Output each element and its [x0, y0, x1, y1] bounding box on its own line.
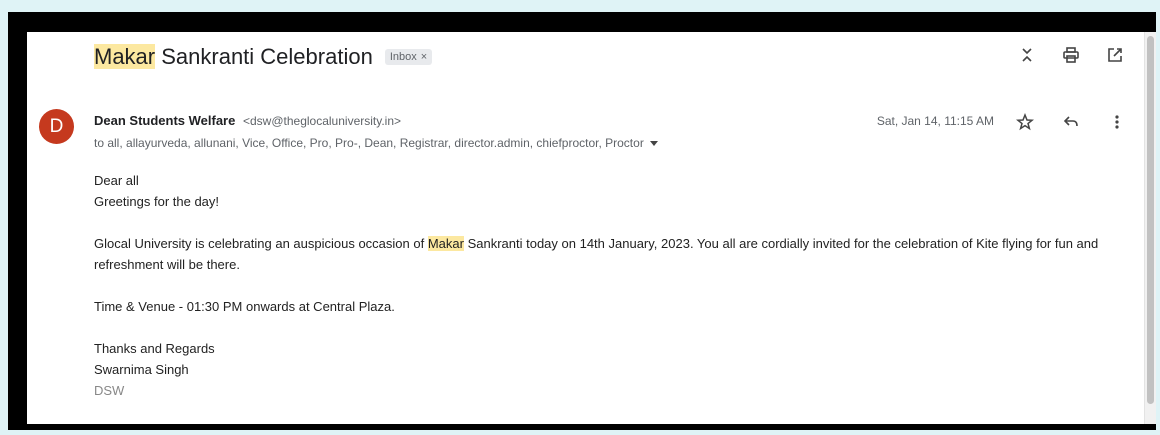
remove-label-button[interactable]: ×	[421, 51, 427, 63]
screen-frame: Makar Sankranti Celebration Inbox × D De…	[8, 12, 1156, 430]
search-highlight: Makar	[427, 236, 464, 251]
avatar[interactable]: D	[39, 109, 74, 144]
signoff: Thanks and Regards	[94, 341, 215, 356]
greeting-line: Greetings for the day!	[94, 194, 220, 209]
email-view: Makar Sankranti Celebration Inbox × D De…	[27, 32, 1156, 424]
sender-email: <dsw@theglocaluniversity.in>	[242, 114, 402, 128]
signer-title: DSW	[94, 383, 125, 398]
search-highlight: Makar	[94, 44, 156, 69]
collapse-icon[interactable]	[1016, 44, 1038, 66]
scrollbar[interactable]	[1144, 32, 1156, 424]
star-icon[interactable]	[1014, 111, 1036, 133]
recipients-text: to all, allayurveda, allunani, Vice, Off…	[94, 136, 644, 150]
subject-row: Makar Sankranti Celebration Inbox ×	[94, 42, 433, 72]
show-details-icon[interactable]	[649, 140, 658, 146]
scrollbar-thumb[interactable]	[1147, 36, 1154, 404]
paragraph-text-start: Glocal University is celebrating an ausp…	[94, 236, 428, 251]
sender-name[interactable]: Dean Students Welfare	[94, 113, 235, 128]
greeting: Dear all	[94, 173, 139, 188]
print-icon[interactable]	[1060, 44, 1082, 66]
recipients-line: to all, allayurveda, allunani, Vice, Off…	[94, 136, 658, 150]
reply-icon[interactable]	[1060, 111, 1082, 133]
venue-line: Time & Venue - 01:30 PM onwards at Centr…	[94, 299, 395, 314]
more-vert-icon[interactable]	[1106, 111, 1128, 133]
open-new-window-icon[interactable]	[1104, 44, 1126, 66]
email-body: Dear all Greetings for the day! Glocal U…	[94, 170, 1114, 401]
inbox-label-text: Inbox	[389, 51, 417, 63]
signer-name: Swarnima Singh	[94, 362, 189, 377]
inbox-label-chip: Inbox ×	[384, 49, 433, 65]
thread-toolbar	[1016, 44, 1126, 66]
body-paragraph: Glocal University is celebrating an ausp…	[94, 233, 1114, 275]
email-subject: Makar Sankranti Celebration	[94, 44, 373, 70]
message-toolbar	[1014, 111, 1128, 133]
subject-text: Sankranti Celebration	[155, 44, 373, 69]
email-date: Sat, Jan 14, 11:15 AM	[876, 114, 994, 128]
sender-line: Dean Students Welfare <dsw@theglocaluniv…	[94, 113, 401, 128]
